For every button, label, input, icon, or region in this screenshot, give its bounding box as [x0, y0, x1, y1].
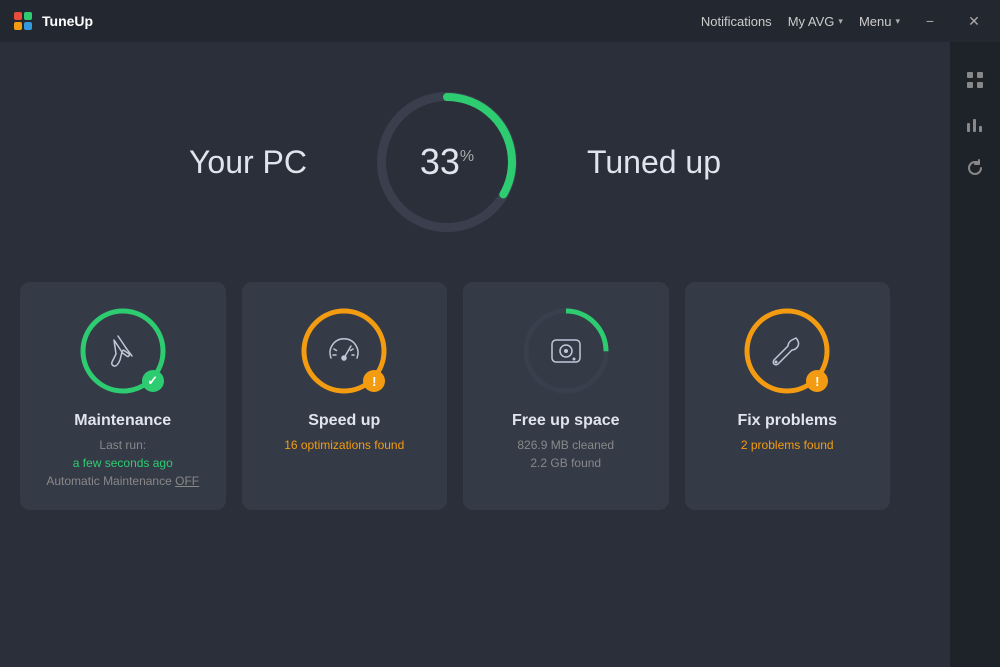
- titlebar-nav: Notifications My AVG ▾ Menu ▾ − ✕: [701, 7, 988, 35]
- my-avg-chevron-icon: ▾: [838, 16, 843, 27]
- maintenance-title: Maintenance: [74, 412, 171, 430]
- maintenance-icon-wrapper: ✓: [78, 306, 168, 396]
- gauge-percent-sign: %: [460, 148, 474, 165]
- fix-problems-icon: [757, 321, 817, 381]
- gauge-center: 33%: [420, 141, 474, 183]
- app-title: TuneUp: [42, 13, 93, 29]
- refresh-icon[interactable]: [957, 150, 993, 186]
- title-bar: TuneUp Notifications My AVG ▾ Menu ▾ − ✕: [0, 0, 1000, 42]
- main-content: Your PC 33% Tuned up: [0, 42, 950, 667]
- close-button[interactable]: ✕: [960, 7, 988, 35]
- fix-problems-title: Fix problems: [737, 412, 837, 430]
- menu-button[interactable]: Menu ▾: [859, 14, 900, 29]
- auto-maintenance-toggle[interactable]: OFF: [175, 474, 199, 488]
- fix-problems-card[interactable]: ! Fix problems 2 problems found: [685, 282, 891, 510]
- my-avg-button[interactable]: My AVG ▾: [788, 14, 843, 29]
- app-logo-area: TuneUp: [12, 10, 93, 32]
- avg-logo: [12, 10, 34, 32]
- menu-chevron-icon: ▾: [895, 16, 900, 27]
- maintenance-card[interactable]: ✓ Maintenance Last run: a few seconds ag…: [20, 282, 226, 510]
- fix-problems-icon-wrapper: !: [742, 306, 832, 396]
- fix-problems-subtitle: 2 problems found: [741, 436, 834, 454]
- tuned-up-label: Tuned up: [587, 144, 721, 181]
- your-pc-label: Your PC: [189, 144, 307, 181]
- maintenance-icon: [93, 321, 153, 381]
- free-space-icon: [536, 321, 596, 381]
- apps-icon[interactable]: [957, 62, 993, 98]
- cards-section: ✓ Maintenance Last run: a few seconds ag…: [20, 282, 890, 510]
- speed-up-card[interactable]: ! Speed up 16 optimizations found: [242, 282, 448, 510]
- gauge-container: 33%: [367, 82, 527, 242]
- maintenance-status-badge: ✓: [142, 370, 164, 392]
- speed-up-title: Speed up: [308, 412, 380, 430]
- free-space-subtitle: 826.9 MB cleaned 2.2 GB found: [517, 436, 614, 472]
- notifications-button[interactable]: Notifications: [701, 14, 772, 29]
- free-space-title: Free up space: [512, 412, 620, 430]
- free-space-icon-wrapper: [521, 306, 611, 396]
- gauge-percent-value: 33%: [420, 141, 474, 182]
- speed-up-subtitle: 16 optimizations found: [284, 436, 404, 454]
- free-space-card[interactable]: Free up space 826.9 MB cleaned 2.2 GB fo…: [463, 282, 669, 510]
- sidebar-right: [950, 42, 1000, 667]
- speed-up-icon-wrapper: !: [299, 306, 389, 396]
- minimize-button[interactable]: −: [916, 7, 944, 35]
- speed-up-icon: [314, 321, 374, 381]
- chart-icon[interactable]: [957, 106, 993, 142]
- gauge-section: Your PC 33% Tuned up: [189, 82, 721, 242]
- maintenance-subtitle: Last run: a few seconds ago Automatic Ma…: [46, 436, 199, 490]
